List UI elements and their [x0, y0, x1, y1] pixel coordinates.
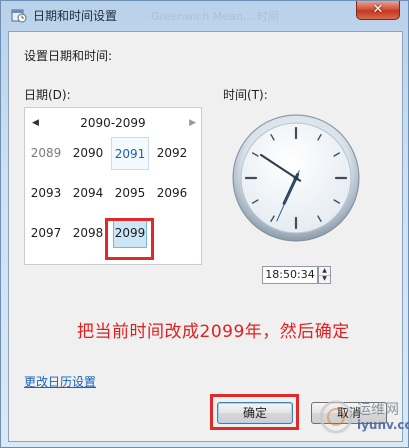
time-spinner[interactable]: ▲ ▼ [318, 266, 331, 284]
close-icon: ✕ [372, 2, 384, 17]
year-cell-2093[interactable]: 2093 [27, 177, 65, 210]
time-input[interactable]: 18:50:34 [262, 266, 318, 284]
dialog-body: 设置日期和时间: 日期(D): 时间(T): ◀ 2090-2099 ▶ 208… [8, 31, 409, 442]
instruction-annotation: 把当前时间改成2099年，然后确定 [77, 322, 350, 342]
year-cell-2098[interactable]: 2098 [69, 217, 107, 250]
year-cell-2090[interactable]: 2090 [69, 137, 107, 170]
highlight-box-ok [210, 394, 299, 430]
titlebar[interactable]: 日期和时间设置 Greenwich Mean... 时间 ✕ [1, 1, 408, 31]
year-cell-2094[interactable]: 2094 [69, 177, 107, 210]
next-decade-arrow-icon[interactable]: ▶ [189, 118, 196, 128]
window-title: 日期和时间设置 [33, 9, 118, 23]
date-label: 日期(D): [24, 88, 71, 102]
change-calendar-settings-link[interactable]: 更改日历设置 [24, 373, 96, 390]
spin-down-icon[interactable]: ▼ [319, 275, 330, 283]
year-cell-2096[interactable]: 2096 [153, 177, 191, 210]
dialog-heading: 设置日期和时间: [24, 49, 113, 63]
background-window-title: Greenwich Mean... 时间 [151, 10, 279, 23]
year-cell-2092[interactable]: 2092 [153, 137, 191, 170]
close-button[interactable]: ✕ [356, 1, 400, 20]
calendar-header[interactable]: 2090-2099 [25, 116, 201, 130]
analog-clock [232, 114, 360, 242]
date-time-settings-window: 日期和时间设置 Greenwich Mean... 时间 ✕ 设置日期和时间: … [0, 0, 409, 448]
year-cell-2097[interactable]: 2097 [27, 217, 65, 250]
year-cell-2089[interactable]: 2089 [27, 137, 65, 170]
year-cell-2095[interactable]: 2095 [111, 177, 149, 210]
clock-calendar-icon [11, 9, 27, 23]
cancel-button[interactable]: 取消 [311, 402, 387, 424]
time-label: 时间(T): [223, 88, 268, 102]
highlight-box-2099 [105, 218, 154, 260]
year-cell-2091-today[interactable]: 2091 [111, 137, 149, 170]
